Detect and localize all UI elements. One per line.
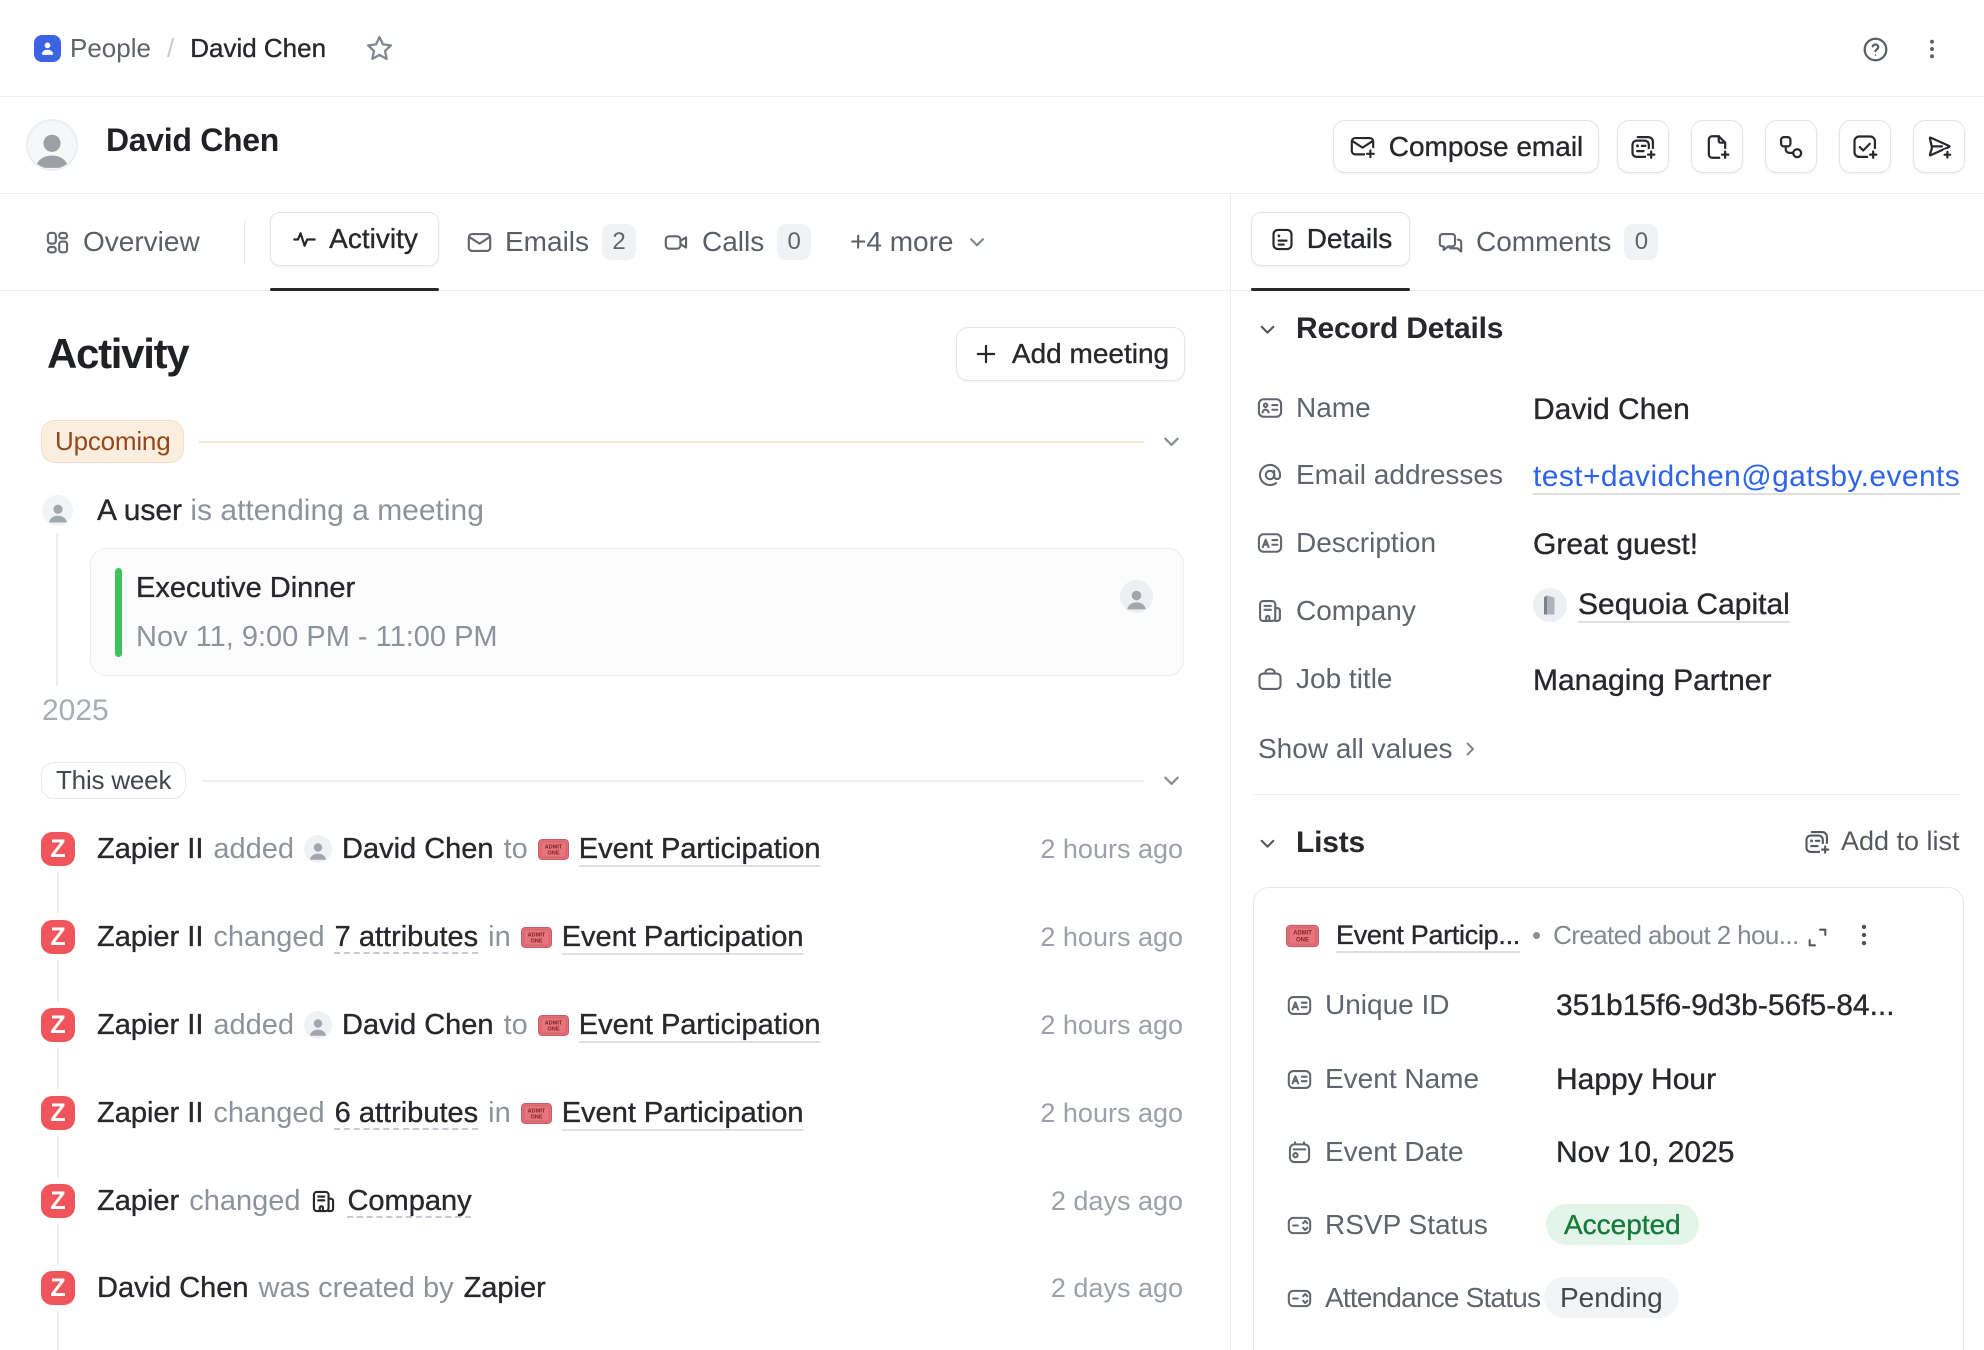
svg-text:ADMIT: ADMIT	[544, 844, 562, 850]
svg-text:ONE: ONE	[530, 938, 542, 944]
svg-text:ADMIT: ADMIT	[1293, 930, 1312, 936]
svg-text:ADMIT: ADMIT	[527, 1108, 545, 1114]
svg-text:ONE: ONE	[1296, 937, 1309, 943]
svg-text:ONE: ONE	[547, 1026, 559, 1032]
svg-text:ADMIT: ADMIT	[527, 932, 545, 938]
svg-text:ONE: ONE	[530, 1114, 542, 1120]
svg-text:ADMIT: ADMIT	[544, 1020, 562, 1026]
svg-text:ONE: ONE	[547, 850, 559, 856]
